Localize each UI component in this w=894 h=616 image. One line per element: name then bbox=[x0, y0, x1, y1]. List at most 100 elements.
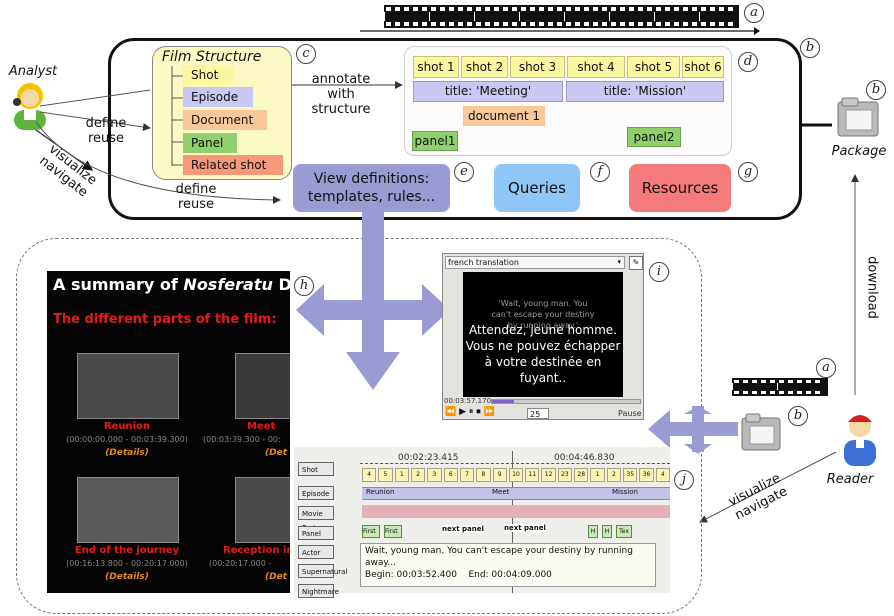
episode-track-reunion[interactable]: Reunion bbox=[366, 488, 394, 496]
thumb-reception[interactable] bbox=[235, 477, 290, 543]
distribution-arrow bbox=[296, 212, 450, 390]
shot-2[interactable]: shot 2 bbox=[461, 56, 508, 78]
timeline-shot-cell[interactable]: 28 bbox=[574, 468, 589, 482]
fs-item-episode[interactable]: Episode bbox=[183, 87, 253, 107]
panel-cell-3[interactable]: next panel bbox=[442, 525, 484, 533]
document-1[interactable]: document 1 bbox=[463, 106, 545, 126]
timeline-shot-cell[interactable]: 23 bbox=[557, 468, 573, 482]
annotation-text-box[interactable]: Wait, young man. You can't escape your d… bbox=[360, 543, 656, 587]
timeline-shot-cell[interactable]: 8 bbox=[476, 468, 491, 482]
play-icon[interactable]: ▶ bbox=[459, 407, 466, 417]
film-hole bbox=[593, 7, 598, 11]
fs-item-shot[interactable]: Shot bbox=[183, 65, 233, 85]
shot-3[interactable]: shot 3 bbox=[510, 56, 565, 78]
film-hole bbox=[548, 7, 553, 11]
film-frame-divider bbox=[732, 383, 733, 390]
film-hole bbox=[386, 7, 391, 11]
seek-bar[interactable] bbox=[491, 399, 641, 404]
panel-1[interactable]: panel1 bbox=[412, 131, 458, 151]
timeline-shot-cell[interactable]: 2 bbox=[606, 468, 622, 482]
timeline-shot-cell[interactable]: 9 bbox=[492, 468, 507, 482]
film-hole bbox=[761, 391, 766, 394]
chevron-down-icon: ▾ bbox=[617, 258, 621, 266]
thumb-reunion[interactable] bbox=[77, 353, 179, 419]
timeline-shot-cell[interactable]: 12 bbox=[541, 468, 556, 482]
panel-cell-1[interactable]: First bbox=[362, 525, 380, 538]
episode-track-meet[interactable]: Meet bbox=[492, 488, 509, 496]
resources-box[interactable]: Resources bbox=[629, 164, 731, 212]
thumb-end-journey[interactable] bbox=[77, 477, 179, 543]
shot-1[interactable]: shot 1 bbox=[413, 56, 459, 78]
film-hole bbox=[539, 7, 544, 11]
episode-mission[interactable]: title: 'Mission' bbox=[566, 81, 724, 102]
part-name-reunion[interactable]: Reunion bbox=[67, 421, 187, 432]
timeline-row-label[interactable]: Supernatural bbox=[298, 564, 347, 578]
timeline-shot-cell[interactable]: 3 bbox=[427, 468, 442, 482]
episode-meeting[interactable]: title: 'Meeting' bbox=[413, 81, 563, 102]
panel-cell-4[interactable]: next panel bbox=[504, 524, 546, 532]
panel-cell-5[interactable]: H bbox=[588, 525, 598, 538]
part-details-meeting[interactable]: (Det bbox=[265, 448, 287, 458]
film-hole bbox=[734, 380, 739, 383]
view-definitions-box[interactable]: View definitions: templates, rules... bbox=[293, 164, 450, 212]
timeline-shot-cell[interactable]: 1 bbox=[590, 468, 605, 482]
timeline-shot-cell[interactable]: 5 bbox=[378, 468, 393, 482]
part-name-end-journey[interactable]: End of the journey bbox=[57, 545, 197, 556]
seek-progress bbox=[492, 400, 515, 403]
film-hole bbox=[710, 7, 715, 11]
panel-cell-6[interactable]: H bbox=[602, 525, 612, 538]
part-details-end-journey[interactable]: (Details) bbox=[67, 572, 187, 582]
timeline-shot-cell[interactable]: 36 bbox=[639, 468, 654, 482]
part-name-meeting[interactable]: Meet bbox=[247, 421, 275, 432]
queries-box[interactable]: Queries bbox=[494, 164, 580, 212]
timeline-shot-cell[interactable]: 4 bbox=[655, 468, 670, 482]
timeline-shot-cell[interactable]: 2 bbox=[410, 468, 426, 482]
panel-cell-7[interactable]: Tex bbox=[616, 525, 632, 538]
annotation-begin: Begin: 00:03:52.400 bbox=[365, 570, 457, 580]
timeline-row-label[interactable]: Episode bbox=[298, 486, 334, 500]
timeline-row-label[interactable]: Actor bbox=[298, 545, 334, 559]
translation-dropdown[interactable]: french translation ▾ bbox=[445, 256, 625, 269]
timeline-shot-cell[interactable]: 1 bbox=[394, 468, 409, 482]
film-hole bbox=[656, 7, 661, 11]
shot-track: 4 5 1 2 3 6 7 8 9 10 11 12 23 28 1 2 35 36 4 bbox=[362, 468, 670, 482]
timeline-shot-cell[interactable]: 7 bbox=[459, 468, 475, 482]
film-hole bbox=[797, 380, 802, 383]
rewind-icon[interactable]: ⏪ bbox=[445, 407, 456, 417]
panel-cell-2[interactable]: First bbox=[384, 525, 402, 538]
timeline-shot-cell[interactable]: 4 bbox=[362, 468, 377, 482]
shot-6[interactable]: shot 6 bbox=[682, 56, 724, 78]
shot-5[interactable]: shot 5 bbox=[627, 56, 680, 78]
timeline-shot-cell[interactable]: 11 bbox=[525, 468, 540, 482]
shot-4[interactable]: shot 4 bbox=[567, 56, 625, 78]
thumb-meeting[interactable] bbox=[235, 353, 290, 419]
fs-item-document[interactable]: Document bbox=[183, 110, 267, 130]
timeline-row-label[interactable]: Shot bbox=[298, 462, 334, 476]
part-name-reception[interactable]: Reception in bbox=[223, 545, 290, 556]
timeline-shot-cell[interactable]: 10 bbox=[508, 468, 524, 482]
timeline-row-label[interactable]: Nightmare bbox=[298, 584, 339, 598]
part-details-reception[interactable]: (Det bbox=[265, 572, 287, 582]
video-player: french translation ▾ ✎ 'Wait, young man.… bbox=[442, 253, 644, 420]
edit-icon[interactable]: ✎ bbox=[629, 256, 643, 270]
annotation-range: Begin: 00:03:52.400 End: 00:04:09.000 bbox=[365, 569, 651, 581]
timeline-row-label[interactable]: Movie Part bbox=[298, 506, 334, 532]
timeline-shot-cell[interactable]: 35 bbox=[623, 468, 638, 482]
timeline-shot-cell[interactable]: 6 bbox=[443, 468, 458, 482]
video-frame[interactable]: 'Wait, young man. You can't escape your d… bbox=[463, 272, 623, 397]
film-hole bbox=[422, 7, 427, 11]
stop-icon[interactable]: ⏹ bbox=[476, 407, 481, 417]
pause-icon[interactable]: ⏸ bbox=[469, 407, 474, 417]
episode-track-mission[interactable]: Mission bbox=[612, 488, 638, 496]
forward-icon[interactable]: ⏩ bbox=[484, 407, 495, 417]
timecode: 00:03:57.170 bbox=[444, 397, 492, 405]
fs-item-panel[interactable]: Panel bbox=[183, 133, 237, 153]
film-hole bbox=[692, 7, 697, 11]
marker-i: i bbox=[649, 262, 669, 282]
panel-2[interactable]: panel2 bbox=[627, 127, 681, 147]
timeline-row-label[interactable]: Panel bbox=[298, 526, 334, 540]
part-details-reunion[interactable]: (Details) bbox=[67, 448, 187, 458]
episode-track: Reunion Meet Mission bbox=[362, 487, 670, 500]
fs-item-related-shot[interactable]: Related shot bbox=[183, 155, 283, 175]
rate-input[interactable]: 25 bbox=[527, 408, 549, 419]
